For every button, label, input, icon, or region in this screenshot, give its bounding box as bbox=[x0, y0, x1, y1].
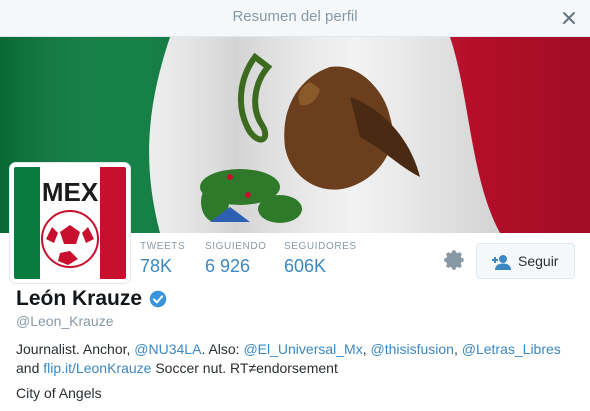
avatar[interactable]: MEX bbox=[10, 163, 130, 283]
profile-handle[interactable]: @Leon_Krauze bbox=[16, 313, 114, 329]
close-icon[interactable] bbox=[560, 9, 578, 27]
gear-icon[interactable] bbox=[443, 249, 465, 271]
follow-button-label: Seguir bbox=[518, 253, 559, 269]
mention-link[interactable]: @Letras_Libres bbox=[462, 341, 561, 357]
bio-text: Journalist. Anchor, bbox=[16, 341, 135, 357]
stat-following[interactable]: SIGUIENDO 6 926 bbox=[205, 241, 295, 277]
mention-link[interactable]: @NU34LA bbox=[134, 341, 201, 357]
bio-text: , bbox=[453, 341, 462, 357]
profile-name-row: León Krauze bbox=[16, 287, 167, 313]
bio-text: and bbox=[16, 360, 44, 376]
stat-value: 606K bbox=[284, 256, 327, 276]
bio-text: Soccer nut. RT≠endorsement bbox=[151, 360, 338, 376]
follow-button[interactable]: Seguir bbox=[476, 243, 575, 279]
display-name[interactable]: León Krauze bbox=[16, 287, 142, 310]
modal-header: Resumen del perfil bbox=[0, 0, 590, 37]
modal-title: Resumen del perfil bbox=[232, 8, 358, 25]
stat-value: 6 926 bbox=[205, 256, 251, 276]
stat-label: SEGUIDORES bbox=[284, 241, 357, 252]
bio-text: , bbox=[362, 341, 371, 357]
profile-bio: Journalist. Anchor, @NU34LA. Also: @El_U… bbox=[16, 340, 576, 378]
add-user-icon bbox=[492, 255, 511, 270]
bio-text: . Also: bbox=[201, 341, 244, 357]
avatar-logo-text: MEX bbox=[42, 177, 99, 207]
stat-followers[interactable]: SEGUIDORES 606K bbox=[284, 241, 374, 277]
stat-label: SIGUIENDO bbox=[205, 241, 267, 252]
mention-link[interactable]: @thisisfusion bbox=[371, 341, 454, 357]
url-link[interactable]: flip.it/LeonKrauze bbox=[43, 360, 151, 376]
verified-badge-icon bbox=[149, 290, 167, 308]
profile-location: City of Angels bbox=[16, 385, 102, 401]
mention-link[interactable]: @El_Universal_Mx bbox=[243, 341, 362, 357]
